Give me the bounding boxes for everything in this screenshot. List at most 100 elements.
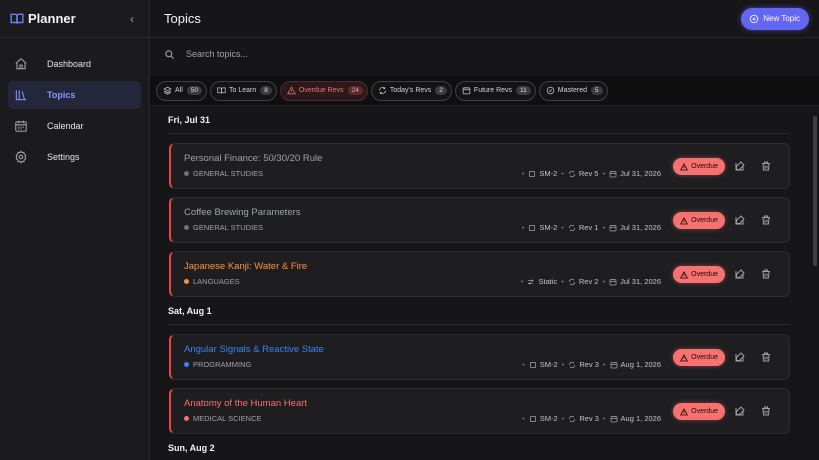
status-badge: Overdue [673,349,725,366]
topic-meta: • SM-2 • Rev 3 • Aug 1, 2026 [521,360,661,369]
home-icon [14,57,28,71]
due-date: Aug 1, 2026 [620,414,661,423]
due-date: Jul 31, 2026 [620,223,661,232]
calendar-icon [610,361,618,369]
topic-meta: • Static • Rev 2 • Jul 31, 2026 [520,277,661,286]
library-icon [14,88,28,102]
plus-circle-icon [749,14,759,24]
edit-icon[interactable] [734,160,746,172]
topic-meta: • SM-2 • Rev 1 • Jul 31, 2026 [521,223,661,232]
category-label: MEDICAL SCIENCE [193,414,262,423]
topic-card[interactable]: Anatomy of the Human Heart MEDICAL SCIEN… [169,388,790,434]
edit-icon[interactable] [734,405,746,417]
topic-category: GENERAL STUDIES [184,169,263,178]
separator: • [602,414,606,423]
revision-label: Rev 5 [578,169,599,178]
algorithm-icon [528,224,536,232]
warning-icon [680,162,689,171]
new-topic-label: New Topic [763,14,800,23]
scrollbar[interactable] [813,106,817,460]
filter-all[interactable]: All 50 [156,80,208,101]
category-dot [184,279,189,284]
due-date: Jul 31, 2026 [620,169,661,178]
separator: • [561,169,564,178]
filter-label: All [175,87,183,94]
edit-icon[interactable] [734,351,746,363]
separator: • [561,414,565,423]
trash-icon[interactable] [760,351,772,363]
check-circle-icon [546,86,555,95]
trash-icon[interactable] [760,214,772,226]
topic-meta: • SM-2 • Rev 5 • Jul 31, 2026 [521,169,661,178]
algorithm-icon [528,170,536,178]
page-title: Topics [164,11,201,26]
filter-label: Future Revs [473,87,513,94]
app-name: Planner [28,11,76,26]
separator: • [561,223,564,232]
revision-label: Rev 3 [579,360,599,369]
filter-mastered[interactable]: Mastered 5 [538,80,608,101]
status-label: Overdue [691,408,718,415]
trash-icon[interactable] [760,160,772,172]
sidebar-item-label: Settings [47,152,80,162]
separator: • [522,360,525,369]
filter-future-revs[interactable]: Future Revs 11 [454,80,536,101]
topic-list: Fri, Jul 31 Personal Finance: 50/30/20 R… [168,106,790,460]
trash-icon[interactable] [760,268,772,280]
search-icon [164,49,175,60]
warning-icon [287,86,296,95]
warning-icon [680,407,689,416]
calendar-icon [609,224,617,232]
gear-icon [14,150,28,164]
category-dot [184,416,189,421]
warning-icon [680,216,689,225]
algorithm-label: SM-2 [539,169,558,178]
status-label: Overdue [691,271,718,278]
separator: • [561,277,564,286]
sidebar-item-dashboard[interactable]: Dashboard [8,50,141,78]
topic-title[interactable]: Personal Finance: 50/30/20 Rule [184,153,322,164]
topic-card[interactable]: Angular Signals & Reactive State PROGRAM… [169,334,790,380]
topic-category: LANGUAGES [184,277,240,286]
separator: • [602,277,606,286]
new-topic-button[interactable]: New Topic [741,7,809,30]
refresh-icon [568,415,576,423]
collapse-sidebar-icon[interactable]: ‹ [125,12,139,26]
sidebar-item-label: Topics [47,90,76,100]
status-label: Overdue [691,217,718,224]
algorithm-icon [529,415,537,423]
filter-count: 5 [590,86,603,95]
scrollbar-thumb[interactable] [813,116,817,266]
topic-title[interactable]: Anatomy of the Human Heart [184,398,307,409]
sidebar-item-settings[interactable]: Settings [8,143,141,171]
edit-icon[interactable] [734,214,746,226]
topic-card[interactable]: Coffee Brewing Parameters GENERAL STUDIE… [169,197,790,243]
topic-title[interactable]: Coffee Brewing Parameters [184,207,301,218]
search-bar [150,38,819,70]
topic-card[interactable]: Japanese Kanji: Water & Fire LANGUAGES •… [169,251,790,297]
separator: • [521,223,525,232]
filter-todays-revs[interactable]: Today's Revs 2 [370,80,452,101]
category-label: GENERAL STUDIES [193,223,264,232]
sidebar-item-calendar[interactable]: Calendar [8,112,141,140]
category-dot [184,171,189,176]
sidebar-item-topics[interactable]: Topics [8,81,141,109]
date-group-header: Sun, Aug 2 [168,434,790,460]
topic-title[interactable]: Japanese Kanji: Water & Fire [184,261,307,272]
topic-category: GENERAL STUDIES [184,223,263,232]
trash-icon[interactable] [760,405,772,417]
category-dot [184,225,189,230]
revision-label: Rev 1 [578,223,599,232]
topic-title[interactable]: Angular Signals & Reactive State [184,344,324,355]
page-header: Topics New Topic [150,0,819,38]
filter-to-learn[interactable]: To Learn 8 [210,80,277,101]
search-input[interactable] [186,49,686,59]
calendar-icon [609,170,617,178]
book-icon [217,86,226,95]
sidebar-item-label: Dashboard [47,59,92,69]
filter-overdue-revs[interactable]: Overdue Revs 24 [279,80,368,101]
topic-card[interactable]: Personal Finance: 50/30/20 Rule GENERAL … [169,143,790,189]
filter-count: 8 [260,86,272,95]
edit-icon[interactable] [734,268,746,280]
separator: • [602,223,606,232]
